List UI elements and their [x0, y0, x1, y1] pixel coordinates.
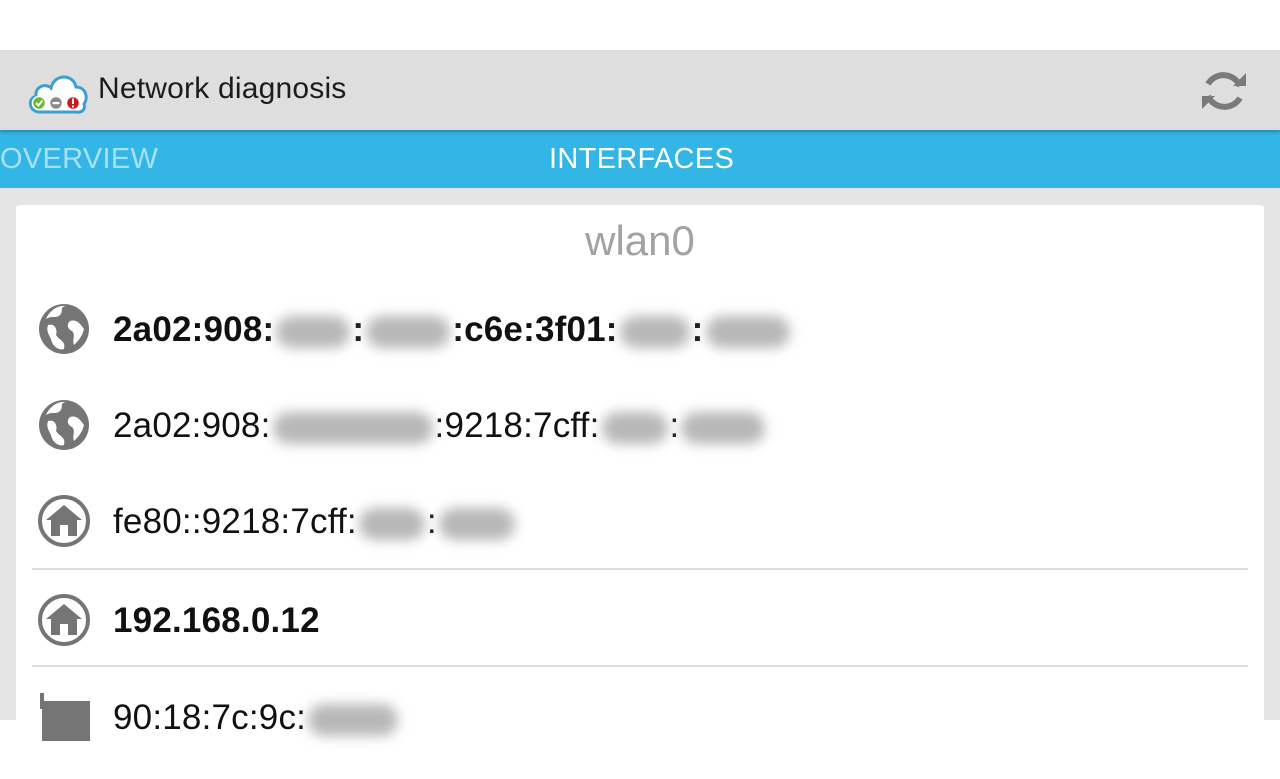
globe-icon — [36, 301, 92, 357]
redacted-segment — [438, 507, 515, 540]
network-card-icon — [36, 689, 92, 745]
globe-icon — [36, 397, 92, 453]
refresh-icon — [1202, 72, 1246, 110]
home-icon — [36, 592, 92, 648]
divider — [32, 568, 1248, 570]
redacted-segment — [619, 315, 690, 348]
address-text: 192.168.0.12 — [113, 601, 320, 640]
status-bar-area — [0, 0, 1280, 50]
app-title: Network diagnosis — [98, 72, 347, 105]
tab-bar: OVERVIEW INTERFACES — [0, 130, 1280, 188]
interface-name: wlan0 — [585, 217, 695, 264]
address-row[interactable]: 2a02:908:::c6e:3f01:: — [16, 301, 1264, 391]
address-row[interactable]: 2a02:908::9218:7cff:: — [16, 397, 1264, 487]
action-bar: Network diagnosis — [0, 50, 1280, 130]
divider — [32, 665, 1248, 667]
interface-card: wlan0 2a02:908:::c6e:3f01:: 2a02:908::92… — [16, 205, 1264, 745]
address-row[interactable]: 90:18:7c:9c: — [16, 689, 1264, 779]
address-text: 2a02:908::9218:7cff:: — [113, 406, 767, 446]
cloud-status-icon — [26, 66, 90, 116]
redacted-segment — [366, 315, 451, 348]
redacted-segment — [601, 411, 668, 444]
tab-overview[interactable]: OVERVIEW — [0, 143, 158, 176]
redacted-segment — [681, 411, 766, 444]
tab-interfaces[interactable]: INTERFACES — [549, 143, 734, 176]
refresh-button[interactable] — [1194, 64, 1254, 118]
redacted-segment — [272, 411, 433, 444]
home-icon — [36, 493, 92, 549]
address-row[interactable]: 192.168.0.12 — [16, 592, 1264, 682]
redacted-segment — [358, 507, 425, 540]
redacted-segment — [276, 315, 351, 348]
redacted-segment — [705, 315, 790, 348]
address-text: 90:18:7c:9c: — [113, 698, 400, 738]
address-text: fe80::9218:7cff:: — [113, 502, 517, 542]
address-text: 2a02:908:::c6e:3f01:: — [113, 310, 792, 350]
